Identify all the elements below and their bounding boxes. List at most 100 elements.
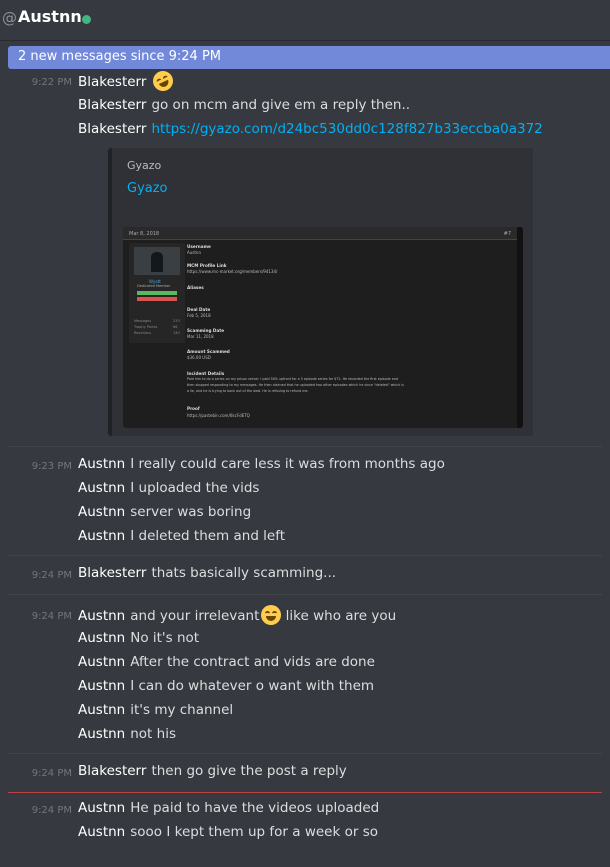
author-name[interactable]: Austnn (78, 480, 125, 496)
channel-header: @ Austnn (0, 0, 610, 40)
screenshot-field-value: then stopped responding to my messages. … (187, 383, 404, 387)
screenshot-side-value: 140 (173, 331, 180, 335)
message-text: I really could care less it was from mon… (130, 456, 445, 472)
screenshot-field-value: Feb 5, 2018 (187, 313, 211, 318)
message-line: Blakesterr thats basically scamming... (78, 565, 336, 581)
embed-provider[interactable]: Gyazo (127, 159, 161, 172)
message-divider (8, 446, 602, 447)
message-line: Blakesterr go on mcm and give em a reply … (78, 97, 410, 113)
screenshot-field-label: Username (187, 244, 211, 249)
screenshot-field-value: Mar 11, 2018 (187, 334, 214, 339)
message-line: Austnn it's my channel (78, 702, 233, 718)
message-line: Austnn not his (78, 726, 176, 742)
author-name[interactable]: Blakesterr (78, 121, 146, 137)
author-name[interactable]: Blakesterr (78, 97, 146, 113)
new-messages-banner[interactable]: 2 new messages since 9:24 PM (8, 46, 610, 69)
message-text: not his (130, 726, 176, 742)
message-text: No it's not (130, 630, 200, 646)
message-line: Austnn He paid to have the videos uploade… (78, 800, 379, 816)
screenshot-topbar: Mar 8, 2018 #7 (123, 227, 523, 240)
message-divider (8, 594, 602, 595)
message-line: Austnn I can do whatever o want with them (78, 678, 374, 694)
timestamp: 9:24 PM (31, 611, 72, 622)
message-line: Austnn I uploaded the vids (78, 480, 259, 496)
author-name[interactable]: Austnn (78, 654, 125, 670)
screenshot-field-label: Amount Scammed (187, 349, 230, 354)
screenshot-field-label: Deal Date (187, 307, 211, 312)
screenshot-hash: #7 (503, 231, 511, 237)
message-line: Austnn server was boring (78, 504, 251, 520)
author-name[interactable]: Austnn (78, 726, 125, 742)
message-line: Austnn and your irrelevant like who are y… (78, 605, 396, 625)
screenshot-field-label: Proof (187, 406, 200, 411)
author-name[interactable]: Austnn (78, 608, 125, 624)
message-line: Blakesterr (78, 67, 177, 95)
author-name[interactable]: Blakesterr (78, 74, 146, 90)
joy-emoji-icon (261, 605, 282, 625)
message-divider (8, 753, 602, 754)
message-text: go on mcm and give em a reply then.. (151, 97, 411, 113)
screenshot-side-value: 233 (173, 319, 180, 323)
screenshot-avatar-figure (151, 252, 163, 272)
screenshot-reputation-bar (137, 297, 177, 301)
screenshot-rating-bar (137, 291, 177, 295)
message-text: sooo I kept them up for a week or so (130, 824, 378, 840)
author-name[interactable]: Austnn (78, 824, 125, 840)
screenshot-date: Mar 8, 2018 (129, 231, 160, 237)
message-text: server was boring (130, 504, 252, 520)
online-status-icon (82, 15, 91, 24)
timestamp: 9:22 PM (31, 77, 72, 88)
timestamp: 9:23 PM (31, 461, 72, 472)
channel-title[interactable]: Austnn (18, 7, 82, 26)
screenshot-field-value: Paid him to do a series on my prison ser… (187, 377, 398, 381)
message-line: Austnn After the contract and vids are do… (78, 654, 375, 670)
author-name[interactable]: Austnn (78, 528, 125, 544)
author-name[interactable]: Austnn (78, 702, 125, 718)
screenshot-field-value: https://pastebin.com/0kcFdETQ (187, 413, 250, 418)
author-name[interactable]: Austnn (78, 504, 125, 520)
message-line: Austnn I really could care less it was fr… (78, 456, 445, 472)
screenshot-side-label: Trophy Points (134, 325, 158, 329)
message-text: and your irrelevant (130, 608, 260, 624)
rolling-laughing-emoji-icon (150, 67, 177, 95)
screenshot-field-value: Austnn (187, 250, 201, 255)
screenshot-side-label: Messages (134, 319, 152, 323)
author-name[interactable]: Austnn (78, 630, 125, 646)
author-name[interactable]: Blakesterr (78, 565, 146, 581)
message-line: Austnn I deleted them and left (78, 528, 285, 544)
message-text: He paid to have the videos uploaded (130, 800, 380, 816)
message-line: Austnn No it's not (78, 630, 199, 646)
message-text: like who are you (285, 608, 397, 624)
new-messages-divider (8, 792, 602, 793)
link-embed: Gyazo Gyazo Mar 8, 2018 #7 Wyatt Dedicat… (108, 148, 533, 436)
message-line: Blakesterr https://gyazo.com/d24bc530dd0c… (78, 121, 543, 137)
screenshot-side-label: Reactions (134, 331, 152, 335)
screenshot-field-value: a lie, and he is trying to back out of t… (187, 389, 309, 393)
screenshot-side-value: 66 (173, 325, 178, 329)
author-name[interactable]: Austnn (78, 456, 125, 472)
message-line: Austnn sooo I kept them up for a week or … (78, 824, 378, 840)
timestamp: 9:24 PM (31, 805, 72, 816)
author-name[interactable]: Austnn (78, 678, 125, 694)
message-text: After the contract and vids are done (130, 654, 375, 670)
screenshot-field-label: Aliases (187, 285, 204, 290)
screenshot-field-value: $36.00 USD (187, 355, 211, 360)
embed-image[interactable]: Mar 8, 2018 #7 Wyatt Dedicated Member Me… (123, 227, 523, 428)
message-text: I deleted them and left (130, 528, 286, 544)
author-name[interactable]: Blakesterr (78, 763, 146, 779)
message-text: thats basically scamming... (151, 565, 337, 581)
embed-title[interactable]: Gyazo (127, 181, 168, 196)
screenshot-field-label: Scamming Date (187, 328, 225, 333)
timestamp: 9:24 PM (31, 570, 72, 581)
at-icon: @ (2, 9, 17, 27)
author-name[interactable]: Austnn (78, 800, 125, 816)
screenshot-field-label: MCM Profile Link (187, 263, 227, 268)
message-text: then go give the post a reply (151, 763, 347, 779)
screenshot-scrollbar (517, 227, 523, 428)
message-text: I uploaded the vids (130, 480, 260, 496)
screenshot-field-label: Incident Details (187, 371, 225, 376)
message-line: Blakesterr then go give the post a reply (78, 763, 347, 779)
message-link[interactable]: https://gyazo.com/d24bc530dd0c128f827b33… (151, 121, 542, 137)
message-text: I can do whatever o want with them (130, 678, 375, 694)
message-text: it's my channel (130, 702, 234, 718)
